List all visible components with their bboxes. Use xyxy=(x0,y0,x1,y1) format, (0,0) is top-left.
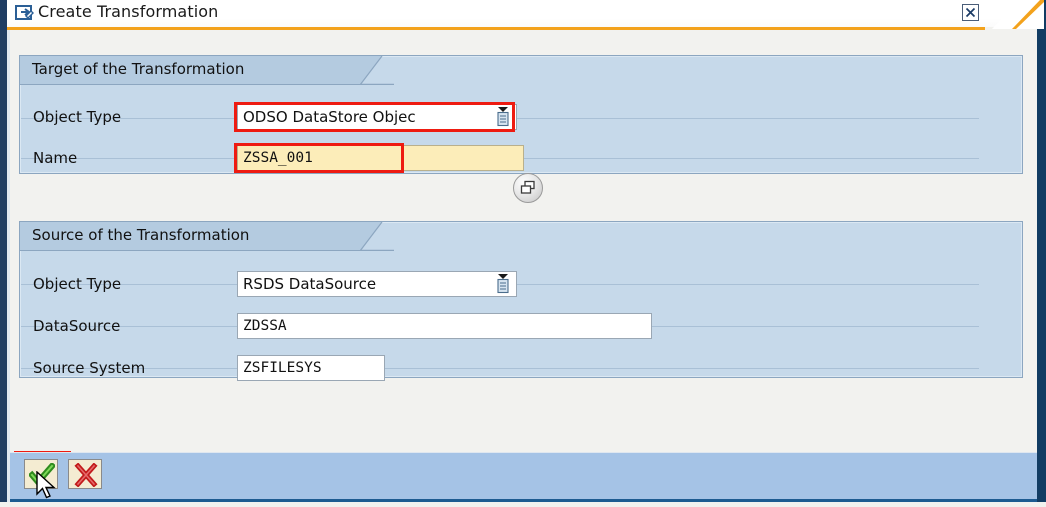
value-help-button[interactable] xyxy=(513,173,543,203)
chevron-down-icon[interactable] xyxy=(495,274,509,291)
continue-button[interactable] xyxy=(24,459,58,489)
source-object-type-label: Object Type xyxy=(33,275,121,293)
title-accent-rule xyxy=(7,27,985,30)
cancel-button[interactable] xyxy=(68,459,102,489)
source-object-type-dropdown[interactable]: RSDS DataSource xyxy=(237,271,517,297)
window-left-border xyxy=(0,0,7,507)
target-name-input[interactable]: ZSSA_001 xyxy=(237,145,405,171)
window-bottom-strip xyxy=(0,502,1046,507)
title-bar: Create Transformation xyxy=(7,0,1037,27)
source-datasource-input[interactable]: ZDSSA xyxy=(237,313,652,339)
source-group-header-slash xyxy=(360,222,394,251)
target-name-label: Name xyxy=(33,149,77,167)
dialog-arrow-icon xyxy=(15,4,34,21)
source-row-separator-3 xyxy=(21,368,979,369)
target-name-input-extension[interactable] xyxy=(405,145,524,171)
target-object-type-label: Object Type xyxy=(33,108,121,126)
source-group-box: Source of the Transformation xyxy=(19,221,1023,378)
target-group-title: Target of the Transformation xyxy=(32,60,244,78)
page-title: Create Transformation xyxy=(38,2,218,21)
target-group-header-slash xyxy=(360,56,394,85)
source-system-input[interactable]: ZSFILESYS xyxy=(237,355,385,381)
target-object-type-dropdown[interactable]: ODSO DataStore Objec xyxy=(237,104,517,130)
chevron-down-icon[interactable] xyxy=(495,107,509,124)
dialog-window: Create Transformation xyxy=(0,0,1046,507)
window-right-border xyxy=(1037,0,1046,507)
source-datasource-label: DataSource xyxy=(33,317,120,335)
dialog-toolbar xyxy=(10,452,1037,500)
source-system-label: Source System xyxy=(33,359,145,377)
source-group-title: Source of the Transformation xyxy=(32,226,249,244)
close-icon[interactable] xyxy=(962,4,979,21)
green-check-icon xyxy=(29,463,55,487)
dialog-body: Target of the Transformation Object Type… xyxy=(10,31,1037,435)
title-bar-corner-decoration xyxy=(992,0,1044,29)
red-x-icon xyxy=(73,463,99,487)
